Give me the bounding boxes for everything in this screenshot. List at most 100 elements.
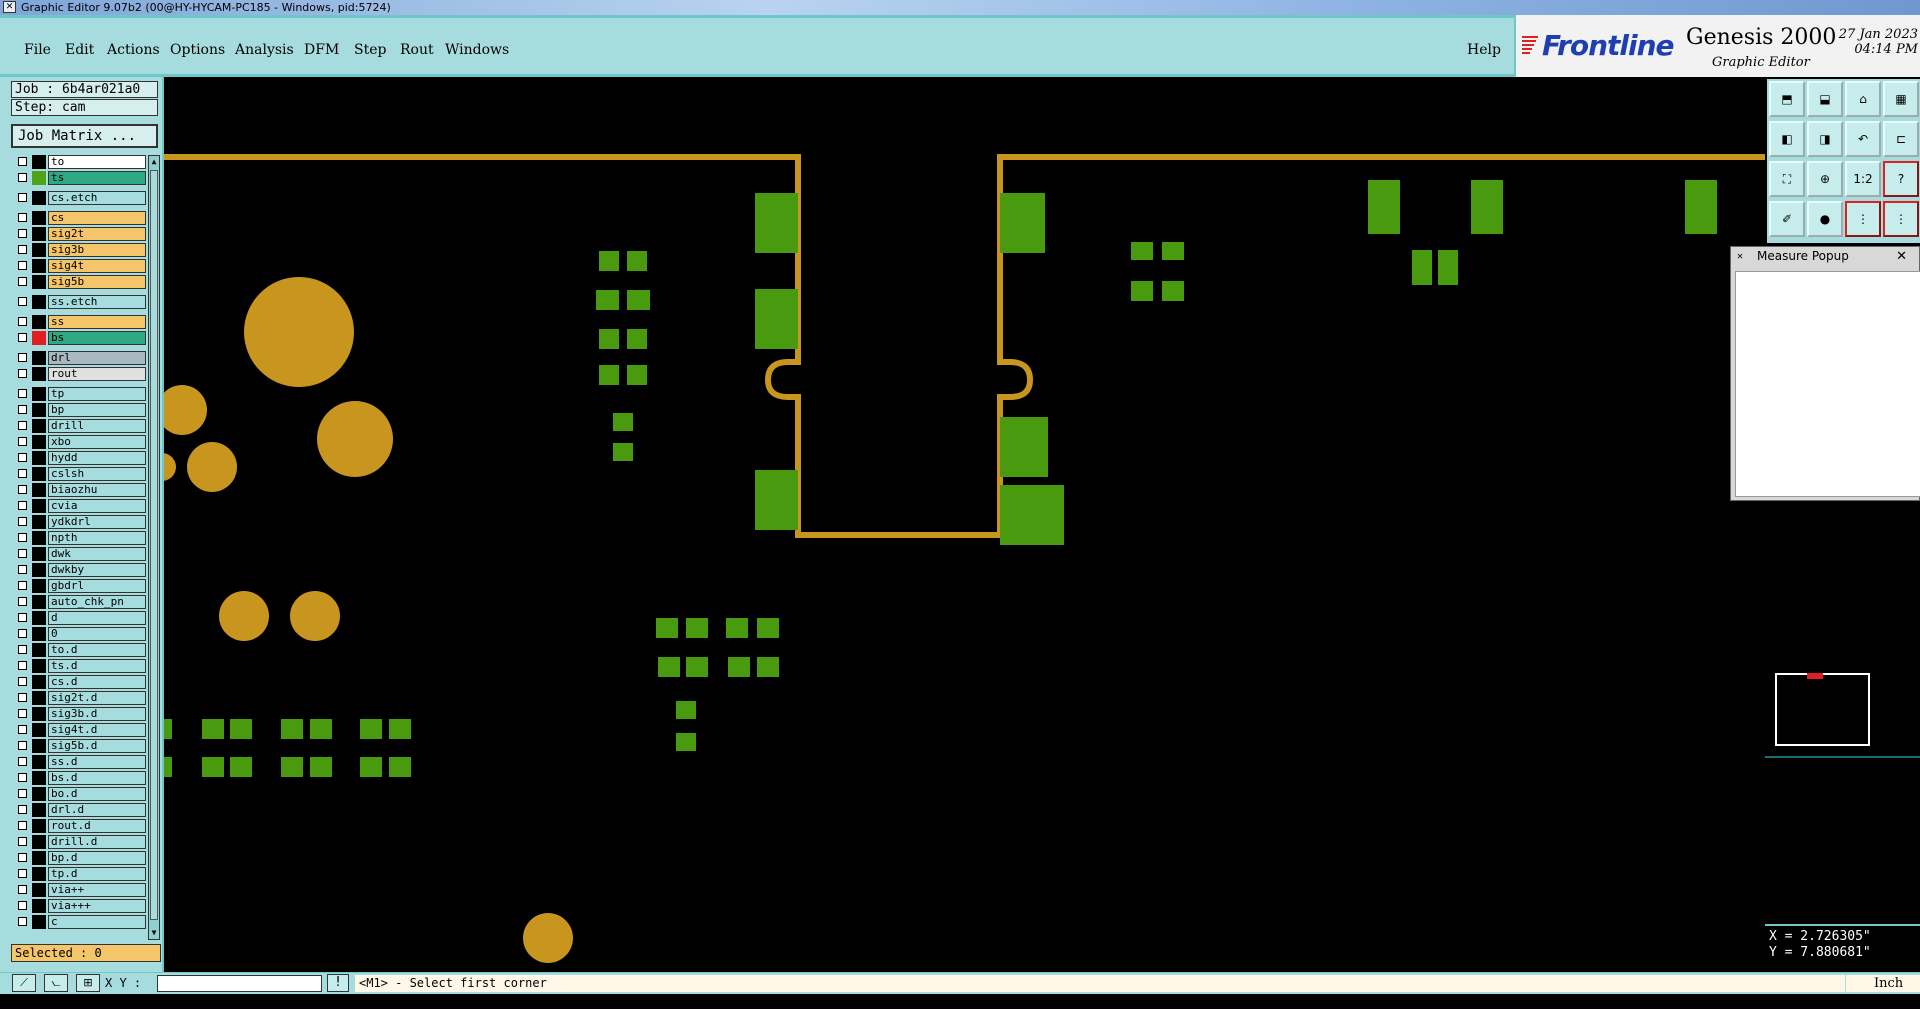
layer-swatch[interactable] (32, 515, 46, 529)
layer-name[interactable]: drill (48, 419, 146, 433)
layer-name[interactable]: cslsh (48, 467, 146, 481)
layer-row[interactable]: auto_chk_pn (14, 595, 150, 609)
layer-row[interactable]: c (14, 915, 150, 929)
layer-swatch[interactable] (32, 315, 46, 329)
layer-name[interactable]: via++ (48, 883, 146, 897)
layer-checkbox[interactable] (18, 353, 27, 362)
layer-swatch[interactable] (32, 483, 46, 497)
layer-checkbox[interactable] (18, 613, 27, 622)
layer-name[interactable]: cs (48, 211, 146, 225)
layer-checkbox[interactable] (18, 229, 27, 238)
layer-checkbox[interactable] (18, 901, 27, 910)
layer-checkbox[interactable] (18, 501, 27, 510)
layer-row[interactable]: 0 (14, 627, 150, 641)
alert-icon[interactable]: ! (327, 974, 349, 992)
layer-name[interactable]: cs.etch (48, 191, 146, 205)
layer-row[interactable]: dwkby (14, 563, 150, 577)
layer-swatch[interactable] (32, 403, 46, 417)
job-matrix-button[interactable]: Job Matrix ... (11, 124, 158, 148)
layer-name[interactable]: tp.d (48, 867, 146, 881)
layer-name[interactable]: dwk (48, 547, 146, 561)
layer-checkbox[interactable] (18, 317, 27, 326)
layer-swatch[interactable] (32, 295, 46, 309)
net-icon[interactable]: ⋮ (1845, 201, 1881, 237)
layer-name[interactable]: via+++ (48, 899, 146, 913)
layer-checkbox[interactable] (18, 173, 27, 182)
layer-checkbox[interactable] (18, 277, 27, 286)
layer-row[interactable]: to (14, 155, 150, 169)
layer-checkbox[interactable] (18, 741, 27, 750)
menu-edit[interactable]: Edit (65, 42, 94, 58)
zoom-icon[interactable]: ⊕ (1807, 161, 1843, 197)
layer-swatch[interactable] (32, 275, 46, 289)
layer-name[interactable]: 0 (48, 627, 146, 641)
layer-row[interactable]: drl (14, 351, 150, 365)
layer-swatch[interactable] (32, 867, 46, 881)
layer-swatch[interactable] (32, 835, 46, 849)
layer-name[interactable]: bs (48, 331, 146, 345)
layer-checkbox[interactable] (18, 549, 27, 558)
layer-checkbox[interactable] (18, 677, 27, 686)
layer-name[interactable]: gbdrl (48, 579, 146, 593)
layer-swatch[interactable] (32, 451, 46, 465)
layer-name[interactable]: bp (48, 403, 146, 417)
layer-checkbox[interactable] (18, 805, 27, 814)
layer-checkbox[interactable] (18, 421, 27, 430)
layer-checkbox[interactable] (18, 333, 27, 342)
layer-checkbox[interactable] (18, 837, 27, 846)
layer-swatch[interactable] (32, 851, 46, 865)
layer-name[interactable]: sig3b (48, 243, 146, 257)
layer-checkbox[interactable] (18, 581, 27, 590)
layer-row[interactable]: bs.d (14, 771, 150, 785)
layer-row[interactable]: ss (14, 315, 150, 329)
help-icon[interactable]: ? (1883, 161, 1919, 197)
close-icon[interactable]: ✕ (1896, 249, 1907, 264)
layer-checkbox[interactable] (18, 405, 27, 414)
layer-row[interactable]: dwk (14, 547, 150, 561)
layer-checkbox[interactable] (18, 389, 27, 398)
split-icon[interactable]: ⊏ (1883, 121, 1919, 157)
layer-swatch[interactable] (32, 579, 46, 593)
menu-rout[interactable]: Rout (400, 42, 434, 58)
layer-name[interactable]: rout (48, 367, 146, 381)
layer-checkbox[interactable] (18, 213, 27, 222)
layer-row[interactable]: sig3b.d (14, 707, 150, 721)
layer-swatch[interactable] (32, 915, 46, 929)
layer-row[interactable]: tp.d (14, 867, 150, 881)
layer-swatch[interactable] (32, 755, 46, 769)
layer-swatch[interactable] (32, 467, 46, 481)
layer-swatch[interactable] (32, 499, 46, 513)
layer-swatch[interactable] (32, 627, 46, 641)
layer-swatch[interactable] (32, 259, 46, 273)
layer-row[interactable]: bp.d (14, 851, 150, 865)
layer-name[interactable]: sig4t.d (48, 723, 146, 737)
measure-icon[interactable]: ✐ (1769, 201, 1805, 237)
layer-name[interactable]: sig4t (48, 259, 146, 273)
layer-name[interactable]: sig2t.d (48, 691, 146, 705)
layer-name[interactable]: ss.d (48, 755, 146, 769)
layer-name[interactable]: cs.d (48, 675, 146, 689)
layer-swatch[interactable] (32, 243, 46, 257)
load-icon[interactable]: ⬓ (1807, 81, 1843, 117)
layer-checkbox[interactable] (18, 517, 27, 526)
layer-swatch[interactable] (32, 435, 46, 449)
window-icon[interactable]: ▦ (1883, 81, 1919, 117)
layer-swatch[interactable] (32, 883, 46, 897)
layer-swatch[interactable] (32, 331, 46, 345)
layer-name[interactable]: d (48, 611, 146, 625)
fit-icon[interactable]: ⛶ (1769, 161, 1805, 197)
layer-row[interactable]: sig4t (14, 259, 150, 273)
layer-row[interactable]: tp (14, 387, 150, 401)
layer-row[interactable]: bo.d (14, 787, 150, 801)
layer-swatch[interactable] (32, 643, 46, 657)
layer-checkbox[interactable] (18, 437, 27, 446)
layer-swatch[interactable] (32, 739, 46, 753)
layer-checkbox[interactable] (18, 261, 27, 270)
layer-name[interactable]: bp.d (48, 851, 146, 865)
layer-name[interactable]: rout.d (48, 819, 146, 833)
layer-swatch[interactable] (32, 419, 46, 433)
layer-checkbox[interactable] (18, 853, 27, 862)
grid-icon[interactable]: ⊞ (76, 974, 100, 992)
layer-row[interactable]: cs.d (14, 675, 150, 689)
layer-row[interactable]: bp (14, 403, 150, 417)
